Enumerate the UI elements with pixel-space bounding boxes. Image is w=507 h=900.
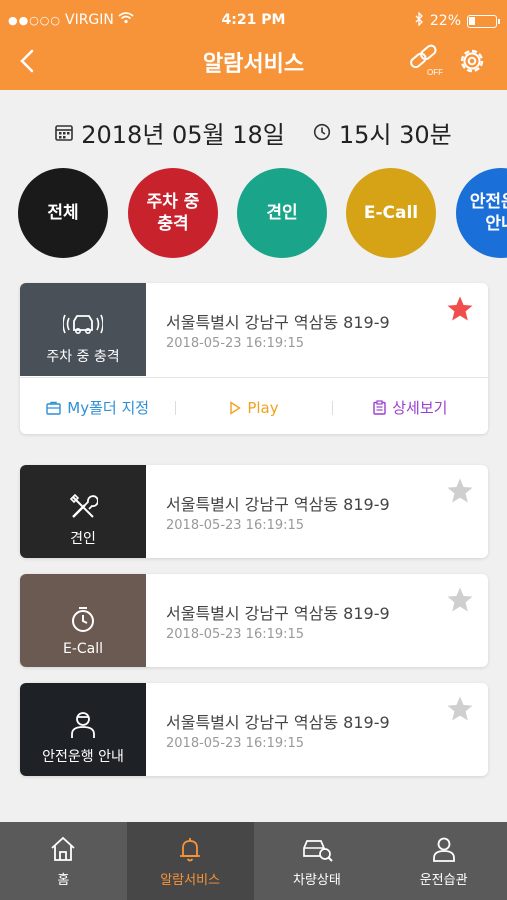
category-parking-impact[interactable]: 주차 중 충격 [128,168,218,258]
tab-alarm-service[interactable]: 알람서비스 [126,822,254,900]
myfolder-label: My폴더 지정 [67,399,150,417]
car-search-icon [303,839,333,862]
favorite-star-button[interactable] [446,586,474,614]
settings-button[interactable] [455,44,489,78]
alert-thumbnail: 안전운행 안내 [20,683,146,776]
link-off-icon: OFF [410,44,443,77]
alert-card[interactable]: 안전운행 안내 서울특별시 강남구 역삼동 819-9 2018-05-23 1… [20,683,488,776]
favorite-star-button[interactable] [446,477,474,505]
favorite-star-button[interactable] [446,695,474,723]
star-icon [447,587,473,612]
alert-timestamp: 2018-05-23 16:19:15 [166,627,305,642]
bell-icon [180,837,201,861]
phone-clock-icon [72,607,94,632]
alert-timestamp: 2018-05-23 16:19:15 [166,336,305,351]
play-label: Play [247,398,279,417]
alert-address: 서울특별시 강남구 역삼동 819-9 [166,604,390,623]
clock-icon [313,123,330,141]
alert-type-label: 주차 중 충격 [46,349,120,365]
tools-icon [69,493,98,518]
detail-label: 상세보기 [392,399,448,417]
alert-type-label: 안전운행 안내 [42,749,124,765]
alert-address: 서울특별시 강남구 역삼동 819-9 [166,495,390,514]
alert-timestamp: 2018-05-23 16:19:15 [166,518,305,533]
bottom-tab-bar: 홈 알람서비스 차량상태 운전습관 [0,822,507,900]
folder-icon [46,401,61,415]
category-safe-driving[interactable]: 안전운행 안내 [456,168,507,258]
date-selector[interactable]: 2018년 05월 18일 [55,115,285,150]
alert-timestamp: 2018-05-23 16:19:15 [166,736,305,751]
alert-address: 서울특별시 강남구 역삼동 819-9 [166,313,390,332]
star-icon [447,296,473,321]
bluetooth-icon [415,11,424,30]
time-selector[interactable]: 15시 30분 [313,115,452,150]
time-text: 15시 30분 [338,120,452,149]
battery-icon [467,14,500,28]
favorite-star-button[interactable] [446,295,474,323]
alert-thumbnail: 주차 중 충격 [20,283,146,376]
car-signal-icon [63,314,103,334]
tab-home[interactable]: 홈 [0,822,127,900]
link-off-badge: OFF [427,68,443,77]
alert-card[interactable]: E-Call 서울특별시 강남구 역삼동 819-9 2018-05-23 16… [20,574,488,667]
tab-label: 운전습관 [419,872,468,888]
alert-type-label: 견인 [70,531,96,547]
battery-area: 22% [415,11,500,30]
driver-icon [71,712,95,738]
tab-vehicle-status[interactable]: 차량상태 [254,822,381,900]
category-towing[interactable]: 견인 [237,168,327,258]
status-bar: ●●○○○ VIRGIN 4:21 PM 22% [0,0,507,40]
star-icon [447,696,473,721]
alert-thumbnail: E-Call [20,574,146,667]
alert-card[interactable]: 견인 서울특별시 강남구 역삼동 819-9 2018-05-23 16:19:… [20,465,488,558]
link-off-button[interactable]: OFF [406,44,446,78]
home-icon [51,836,75,861]
date-text: 2018년 05월 18일 [81,120,285,149]
date-filter[interactable]: 2018년 05월 18일 15시 30분 [0,112,507,152]
user-icon [432,837,455,862]
calendar-icon [55,125,74,141]
alert-thumbnail: 견인 [20,465,146,558]
alert-type-label: E-Call [62,641,104,657]
play-icon [230,400,242,415]
gear-icon [460,49,484,73]
tab-label: 차량상태 [292,872,341,888]
clipboard-icon [373,400,386,415]
app-header: ●●○○○ VIRGIN 4:21 PM 22% 알람서비스 OFF [0,0,507,90]
category-ecall[interactable]: E-Call [346,168,436,258]
tab-label: 알람서비스 [160,872,221,888]
category-all[interactable]: 전체 [18,168,108,258]
star-icon [447,478,473,503]
alert-address: 서울특별시 강남구 역삼동 819-9 [166,713,390,732]
play-button[interactable]: Play [176,378,331,434]
myfolder-button[interactable]: My폴더 지정 [20,378,175,434]
alert-card[interactable]: 주차 중 충격 서울특별시 강남구 역삼동 819-9 2018-05-23 1… [20,283,488,434]
tab-label: 홈 [57,872,70,888]
battery-percent: 22% [429,13,461,29]
category-filter: 전체 주차 중 충격 견인 E-Call 안전운행 안내 [18,168,507,260]
tab-driving-habits[interactable]: 운전습관 [380,822,507,900]
alert-actions: My폴더 지정 Play 상세보기 [20,377,488,434]
detail-button[interactable]: 상세보기 [333,378,488,434]
